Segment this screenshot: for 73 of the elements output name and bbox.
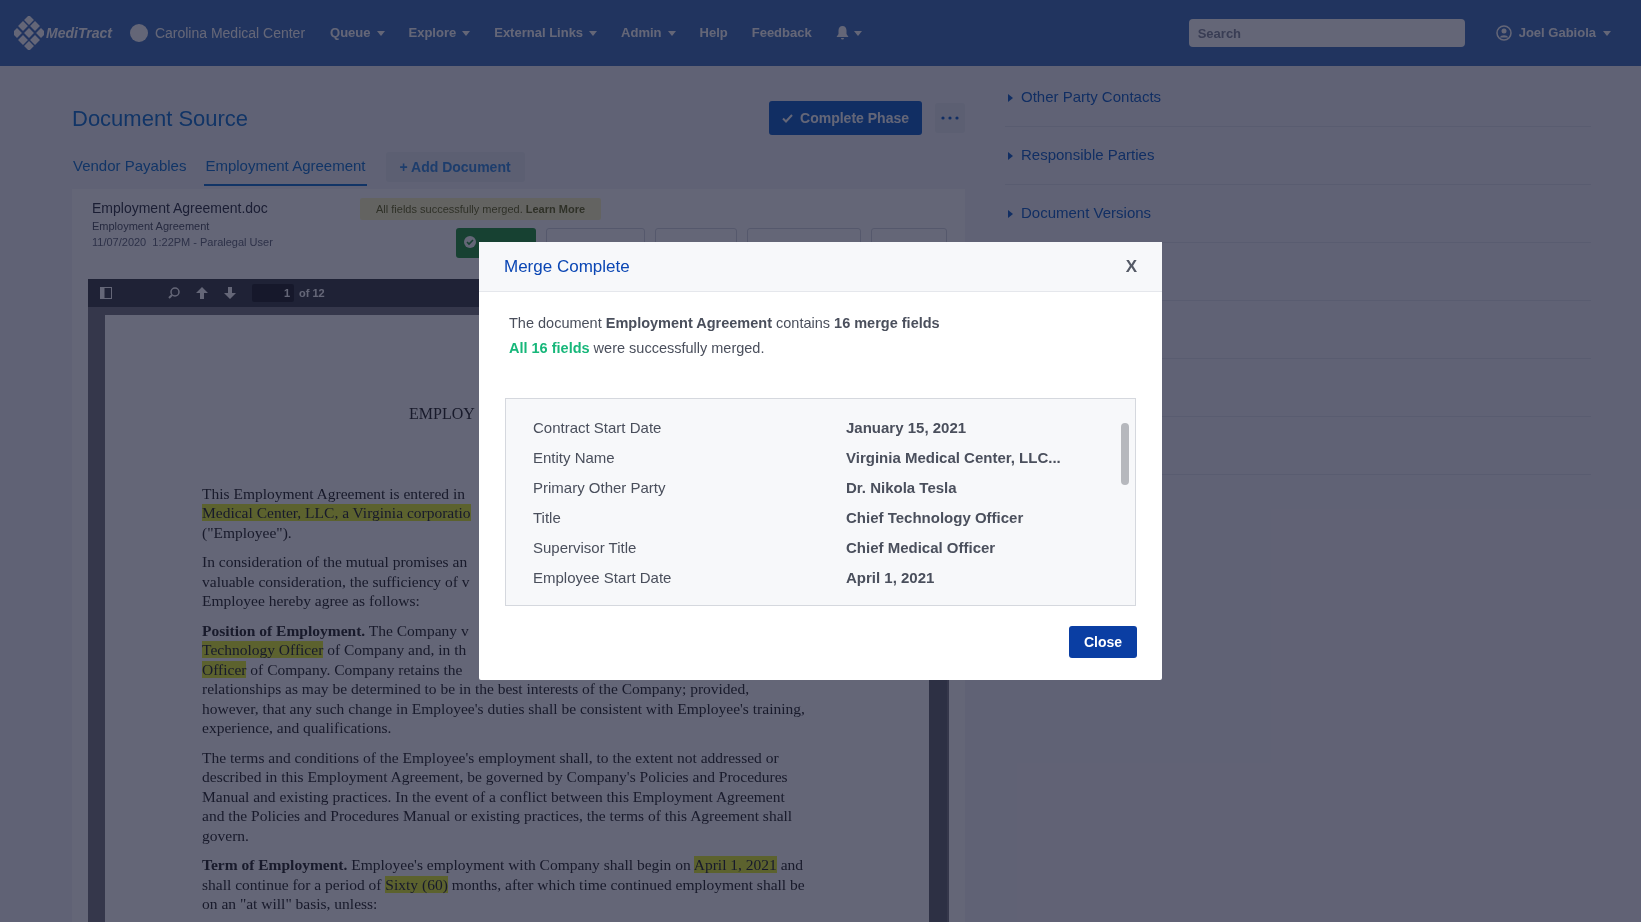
nav-menu-item[interactable]: External Links xyxy=(494,23,598,43)
document-text-line: experience, and qualifications. xyxy=(202,718,392,738)
file-name: Employment Agreement.doc xyxy=(92,199,269,218)
field-label: Primary Other Party xyxy=(533,477,667,498)
caret-right-icon xyxy=(1008,209,1013,218)
document-text-line: ("Employee"). xyxy=(202,522,292,542)
document-text-line: relationships as may be determined to be in the best interests of the Company; provided, xyxy=(202,679,750,699)
complete-phase-button[interactable]: Complete Phase xyxy=(769,101,922,135)
document-text-line: In consideration of the mutual promises an xyxy=(202,552,468,572)
check-circle-icon xyxy=(464,236,476,248)
document-text-line: on an "at will" basis, unless: xyxy=(202,894,378,914)
merge-result: All 16 fields were successfully merged. xyxy=(509,339,766,358)
field-label: Title xyxy=(533,507,562,528)
caret-right-icon xyxy=(1008,93,1013,102)
user-avatar-icon xyxy=(1495,25,1512,41)
organization-avatar-icon xyxy=(129,24,148,42)
document-text-line: described in this Employment Agreement, be governed by Company's Policies and Procedures xyxy=(202,767,788,787)
merge-summary: The document Employment Agreement contains 16 merge fields xyxy=(509,314,941,333)
arrow-down-icon[interactable] xyxy=(224,287,236,299)
add-document-button[interactable]: + Add Document xyxy=(385,152,525,182)
field-value: April 1, 2021 xyxy=(846,567,935,588)
nav-menu-item[interactable]: Queue xyxy=(330,23,385,43)
ellipsis-icon xyxy=(941,116,959,120)
page-number-field[interactable]: 1 xyxy=(252,284,294,302)
accordion-section[interactable]: Responsible Parties xyxy=(1005,127,1591,185)
check-icon xyxy=(782,113,794,123)
field-label: Supervisor Title xyxy=(533,537,638,558)
document-text-line: govern. xyxy=(202,825,249,845)
document-text-line: valuable consideration, the sufficiency of v xyxy=(202,571,470,591)
document-tab[interactable]: Employment Agreement xyxy=(204,148,367,186)
field-value: January 15, 2021 xyxy=(846,417,967,438)
search-icon[interactable] xyxy=(168,287,180,299)
document-text-line: Employee hereby agree as follows: xyxy=(202,591,420,611)
document-text-line: shall continue for a period of Sixty (60) months, after which time continued employment shall be xyxy=(202,874,805,894)
document-text-line: Term of Employment. Employee's employment with Company shall begin on April 1, 2021 and xyxy=(202,855,804,875)
document-heading: EMPLOY xyxy=(408,404,476,424)
field-label: Employee Start Date xyxy=(533,567,673,588)
arrow-up-icon[interactable] xyxy=(196,287,208,299)
document-type: Employment Agreement xyxy=(92,219,211,234)
page-title: Document Source xyxy=(72,104,249,133)
document-text-line: however, that any such change in Employee's duties shall be consistent with Employee's training, xyxy=(202,698,805,718)
sidebar-toggle-icon[interactable] xyxy=(100,287,112,299)
bell-icon xyxy=(835,26,849,40)
field-value: Dr. Nikola Tesla xyxy=(846,477,957,498)
scrollbar-thumb[interactable] xyxy=(1121,423,1129,485)
close-dialog-button[interactable]: Close xyxy=(1068,626,1137,658)
caret-right-icon xyxy=(1008,151,1013,160)
field-value: Chief Medical Officer xyxy=(846,537,996,558)
nav-menu-item[interactable]: Help xyxy=(699,23,728,43)
document-text-line: Manual and existing practices. In the event of a conflict between this Employment Agreement xyxy=(202,786,785,806)
nav-menu-item[interactable]: Admin xyxy=(621,23,676,43)
notifications-button[interactable] xyxy=(835,26,862,40)
nav-menu-item[interactable]: Explore xyxy=(408,23,471,43)
accordion-section[interactable]: Other Party Contacts xyxy=(1005,69,1591,127)
field-value: Chief Technology Officer xyxy=(846,507,1024,528)
caret-icon xyxy=(853,30,862,36)
dialog-close-x[interactable]: X xyxy=(1125,253,1137,280)
page-count: of 12 xyxy=(299,285,325,301)
nav-menu-item[interactable]: Feedback xyxy=(751,23,812,43)
field-value: Virginia Medical Center, LLC... xyxy=(846,447,1061,468)
document-text-line: The terms and conditions of the Employee's employment shall, to the extent not addressed or xyxy=(202,747,779,767)
document-text-line: This Employment Agreement is entered in xyxy=(202,483,465,503)
field-label: Entity Name xyxy=(533,447,616,468)
document-text-line: Position of Employment. The Company v xyxy=(202,620,469,640)
caret-icon xyxy=(1603,30,1611,36)
brand-name[interactable]: MediTract xyxy=(46,22,112,44)
document-text-line: and the Policies and Procedures Manual or existing practices, the terms of this Agreement shall xyxy=(202,806,793,826)
diamond-grid-logo-icon xyxy=(14,16,44,50)
document-tab[interactable]: Vendor Payables xyxy=(72,148,188,186)
dialog-title: Merge Complete xyxy=(504,255,630,278)
field-label: Contract Start Date xyxy=(533,417,663,438)
user-menu[interactable]: Joel Gabiola xyxy=(1495,23,1611,43)
organization-name[interactable]: Carolina Medical Center xyxy=(154,22,306,44)
